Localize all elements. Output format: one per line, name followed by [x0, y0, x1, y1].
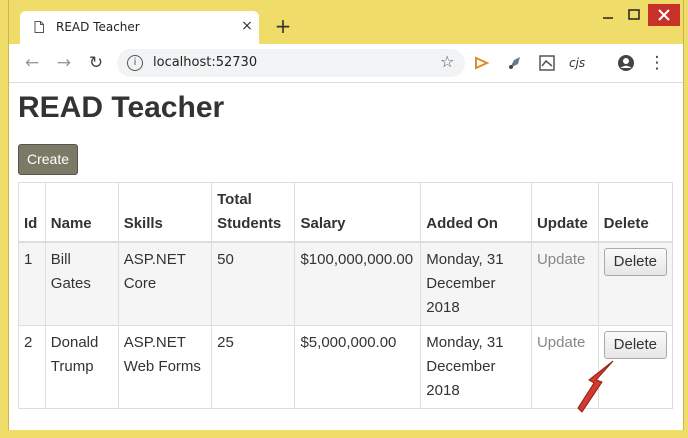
delete-button[interactable]: Delete	[603, 331, 667, 359]
back-icon[interactable]: ←	[21, 52, 43, 74]
cell-id: 2	[18, 325, 46, 409]
media-extension-icon[interactable]	[473, 54, 491, 72]
forward-icon[interactable]: →	[53, 52, 75, 74]
close-window-button[interactable]	[648, 4, 680, 26]
screenshot-extension-icon[interactable]	[538, 54, 556, 72]
cell-salary: $5,000,000.00	[294, 325, 422, 409]
cjs-extension-icon[interactable]: cjs	[569, 56, 585, 70]
bookmark-star-icon[interactable]: ☆	[440, 52, 454, 71]
cell-total-students: 25	[211, 325, 296, 409]
close-window-icon	[658, 9, 670, 21]
cell-skills: ASP.NET Core	[117, 241, 213, 326]
cell-name: Bill Gates	[44, 241, 119, 326]
table-header-row: Id Name Skills Total Students Salary Add…	[18, 182, 674, 243]
browser-tab[interactable]: READ Teacher ×	[20, 11, 259, 44]
title-bar: READ Teacher × +	[9, 0, 683, 44]
document-icon	[34, 21, 44, 33]
cell-delete: Delete	[597, 241, 674, 326]
menu-icon[interactable]: ⋮	[646, 52, 668, 74]
header-delete: Delete	[597, 182, 674, 243]
profile-avatar-icon[interactable]	[617, 54, 635, 72]
info-icon[interactable]: i	[127, 55, 143, 71]
header-salary: Salary	[294, 182, 422, 243]
cell-skills: ASP.NET Web Forms	[117, 325, 213, 409]
cell-total-students: 50	[211, 241, 296, 326]
header-id: Id	[18, 182, 46, 243]
page-title: READ Teacher	[18, 91, 225, 124]
update-link[interactable]: Update	[537, 251, 585, 268]
pointer-arrow-icon	[577, 360, 614, 413]
url-text[interactable]: localhost:52730	[153, 55, 257, 70]
teacher-table: Id Name Skills Total Students Salary Add…	[18, 182, 674, 409]
maximize-button[interactable]	[623, 4, 645, 26]
cell-id: 1	[18, 241, 46, 326]
create-button[interactable]: Create	[18, 144, 78, 175]
cell-salary: $100,000,000.00	[294, 241, 422, 326]
header-added-on: Added On	[420, 182, 532, 243]
reload-icon[interactable]: ↻	[85, 52, 107, 74]
cell-added-on: Monday, 31 December 2018	[420, 325, 532, 409]
table-row: 1 Bill Gates ASP.NET Core 50 $100,000,00…	[18, 241, 674, 326]
rocket-extension-icon[interactable]	[506, 54, 524, 72]
header-skills: Skills	[117, 182, 213, 243]
bottom-frame	[0, 430, 688, 438]
address-bar[interactable]: i localhost:52730 ☆	[117, 49, 465, 77]
header-name: Name	[44, 182, 119, 243]
tab-title: READ Teacher	[56, 20, 140, 34]
table-row: 2 Donald Trump ASP.NET Web Forms 25 $5,0…	[18, 325, 674, 409]
cell-name: Donald Trump	[44, 325, 119, 409]
minimize-button[interactable]	[597, 4, 619, 26]
delete-button[interactable]: Delete	[603, 248, 667, 276]
header-total-students: Total Students	[211, 182, 296, 243]
cell-update: Update	[530, 241, 599, 326]
browser-toolbar: ← → ↻ i localhost:52730 ☆ cjs ⋮	[9, 44, 683, 83]
cell-added-on: Monday, 31 December 2018	[420, 241, 532, 326]
header-update: Update	[530, 182, 599, 243]
maximize-icon	[628, 9, 640, 20]
update-link[interactable]: Update	[537, 334, 585, 351]
close-tab-icon[interactable]: ×	[238, 16, 256, 36]
minimize-icon	[603, 17, 613, 19]
new-tab-button[interactable]: +	[273, 16, 293, 36]
